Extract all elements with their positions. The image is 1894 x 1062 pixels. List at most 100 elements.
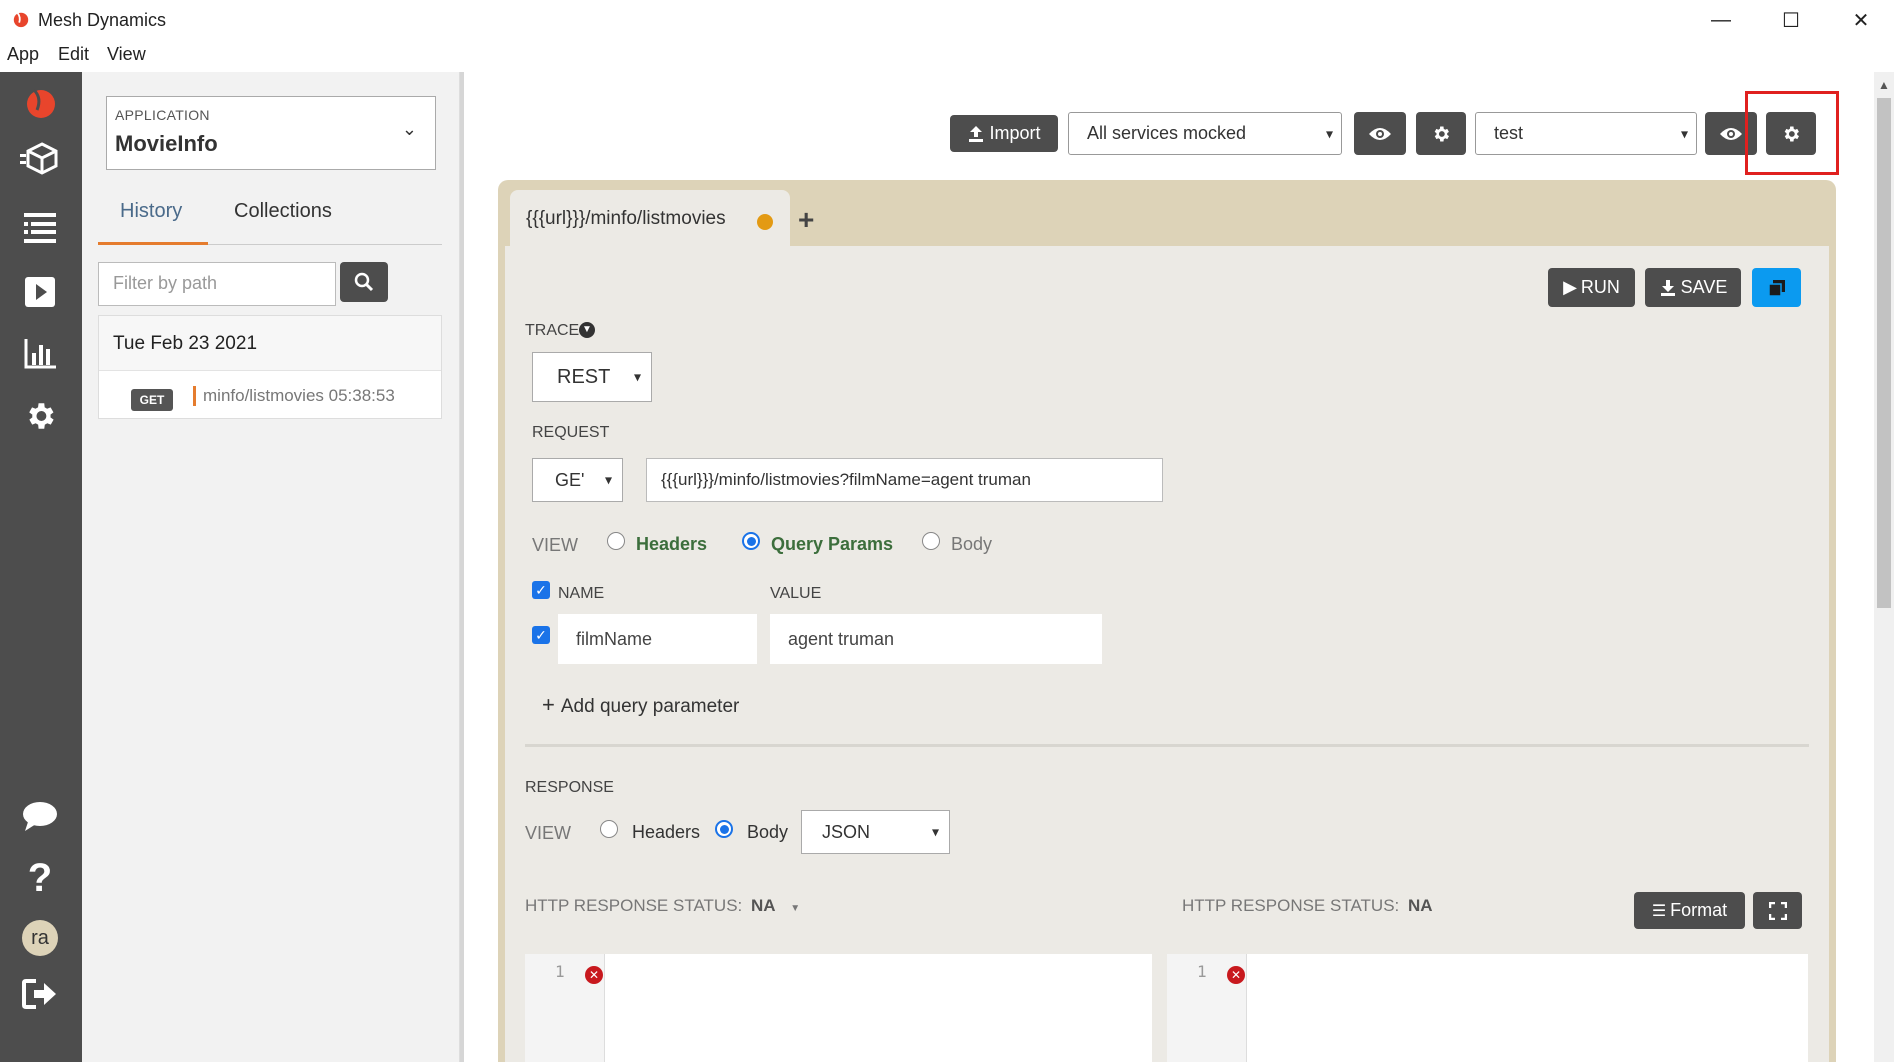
environment-select[interactable]: test ▾ (1475, 112, 1697, 155)
mock-services-select[interactable]: All services mocked ▾ (1068, 112, 1342, 155)
chevron-down-icon: ▾ (604, 471, 612, 488)
minimize-button[interactable]: — (1688, 4, 1754, 36)
copy-icon (1767, 279, 1785, 297)
user-avatar[interactable]: ra (20, 918, 60, 958)
section-divider (525, 744, 1809, 747)
plus-icon: + (542, 692, 555, 717)
url-input[interactable]: {{{url}}}/minfo/listmovies?filmName=agen… (646, 458, 1163, 502)
bar-chart-icon[interactable] (20, 334, 60, 374)
caret-down-icon[interactable]: ▼ (790, 903, 800, 914)
error-icon: ✕ (585, 966, 603, 984)
add-tab-button[interactable]: + (798, 204, 814, 236)
chevron-down-icon[interactable]: ▼ (579, 322, 595, 338)
method-select[interactable]: GE' ▾ (532, 458, 623, 502)
save-label: SAVE (1680, 277, 1728, 297)
response-body-radio[interactable] (715, 820, 733, 838)
view-query-params-label[interactable]: Query Params (771, 534, 893, 555)
scroll-up-icon[interactable]: ▲ (1878, 78, 1890, 92)
title-bar: Mesh Dynamics — ☐ ✕ (0, 0, 1894, 40)
vertical-scrollbar[interactable]: ▲ (1874, 72, 1894, 1062)
align-icon: ☰ (1651, 902, 1667, 920)
method-badge: GET (131, 389, 173, 411)
maximize-button[interactable]: ☐ (1758, 4, 1824, 36)
list-icon[interactable] (20, 208, 60, 248)
logo-icon[interactable] (20, 82, 60, 122)
eye-icon (1369, 127, 1391, 140)
status-left-value: NA (751, 896, 776, 915)
response-editor-left[interactable]: 1 ✕ (525, 954, 1152, 1062)
expand-icon (1768, 901, 1787, 920)
mock-settings-button[interactable] (1416, 112, 1466, 155)
view-headers-radio[interactable] (607, 532, 625, 550)
application-select[interactable]: APPLICATION MovieInfo ⌄ (106, 96, 436, 170)
help-icon[interactable]: ? (20, 856, 60, 900)
menu-app[interactable]: App (7, 44, 39, 65)
protocol-select[interactable]: REST ▾ (532, 352, 652, 402)
status-left-label: HTTP RESPONSE STATUS: (525, 896, 743, 915)
request-label: REQUEST (532, 424, 610, 441)
view-mock-button[interactable] (1354, 112, 1406, 155)
history-date: Tue Feb 23 2021 (99, 316, 441, 371)
left-panel: APPLICATION MovieInfo ⌄ History Collecti… (82, 72, 460, 1062)
close-button[interactable]: ✕ (1828, 4, 1894, 36)
chevron-down-icon: ▾ (931, 823, 939, 840)
param-checkbox[interactable]: ✓ (532, 626, 550, 644)
history-item[interactable]: minfo/listmovies 05:38:53 (193, 386, 395, 406)
maximize-icon: ☐ (1782, 9, 1800, 32)
add-query-parameter-button[interactable]: + Add query parameter (542, 692, 739, 718)
line-number: 1 (1197, 962, 1207, 981)
tab-history[interactable]: History (120, 200, 182, 223)
gear-icon[interactable] (20, 396, 60, 436)
close-icon: ✕ (1852, 9, 1870, 32)
search-button[interactable] (340, 262, 388, 302)
scrollbar-thumb[interactable] (1877, 98, 1891, 608)
panel-resize-handle[interactable] (460, 72, 464, 1062)
run-button[interactable]: ▶ RUN (1548, 268, 1635, 307)
request-tab-title: {{{url}}}/minfo/listmovies (526, 208, 726, 229)
format-label: Format (1670, 900, 1728, 920)
logout-icon[interactable] (20, 974, 60, 1014)
eye-icon (1720, 127, 1742, 140)
fullscreen-button[interactable] (1753, 892, 1802, 929)
status-right-label: HTTP RESPONSE STATUS: (1182, 896, 1400, 915)
view-query-params-radio[interactable] (742, 532, 760, 550)
select-all-params-checkbox[interactable]: ✓ (532, 581, 550, 599)
editor-gutter: 1 ✕ (525, 954, 605, 1062)
filter-input[interactable]: Filter by path (98, 262, 336, 306)
application-label: APPLICATION (115, 107, 210, 123)
protocol-value: REST (557, 365, 611, 388)
menu-edit[interactable]: Edit (58, 44, 89, 65)
services-cube-icon[interactable] (20, 138, 60, 178)
request-tab[interactable]: {{{url}}}/minfo/listmovies (510, 190, 790, 246)
import-button[interactable]: Import (950, 115, 1058, 152)
history-group: Tue Feb 23 2021 GET minfo/listmovies 05:… (98, 315, 442, 419)
upload-icon (969, 125, 984, 142)
view-body-label[interactable]: Body (951, 534, 992, 555)
minimize-icon: — (1711, 8, 1731, 31)
chevron-down-icon: ▾ (1325, 125, 1333, 141)
application-value: MovieInfo (115, 131, 218, 156)
editor-gutter: 1 ✕ (1167, 954, 1247, 1062)
format-button[interactable]: ☰ Format (1634, 892, 1745, 929)
view-body-radio[interactable] (922, 532, 940, 550)
response-status-right: HTTP RESPONSE STATUS: NA (1182, 896, 1433, 916)
response-headers-label[interactable]: Headers (632, 822, 700, 843)
duplicate-button[interactable] (1752, 268, 1801, 307)
save-button[interactable]: SAVE (1645, 268, 1741, 307)
status-right-value: NA (1408, 896, 1433, 915)
response-format-select[interactable]: JSON ▾ (801, 810, 950, 854)
tab-divider (208, 244, 442, 245)
menu-view[interactable]: View (107, 44, 146, 65)
play-icon: ▶ (1563, 277, 1577, 297)
param-value-input[interactable]: agent truman (770, 614, 1102, 664)
tab-collections[interactable]: Collections (234, 200, 332, 223)
line-number: 1 (555, 962, 565, 981)
response-body-label[interactable]: Body (747, 822, 788, 843)
chat-icon[interactable] (20, 796, 60, 836)
environment-value: test (1494, 123, 1524, 143)
response-editor-right[interactable]: 1 ✕ (1167, 954, 1808, 1062)
response-headers-radio[interactable] (600, 820, 618, 838)
play-icon[interactable] (20, 272, 60, 312)
view-headers-label[interactable]: Headers (636, 534, 707, 555)
param-name-input[interactable]: filmName (558, 614, 757, 664)
